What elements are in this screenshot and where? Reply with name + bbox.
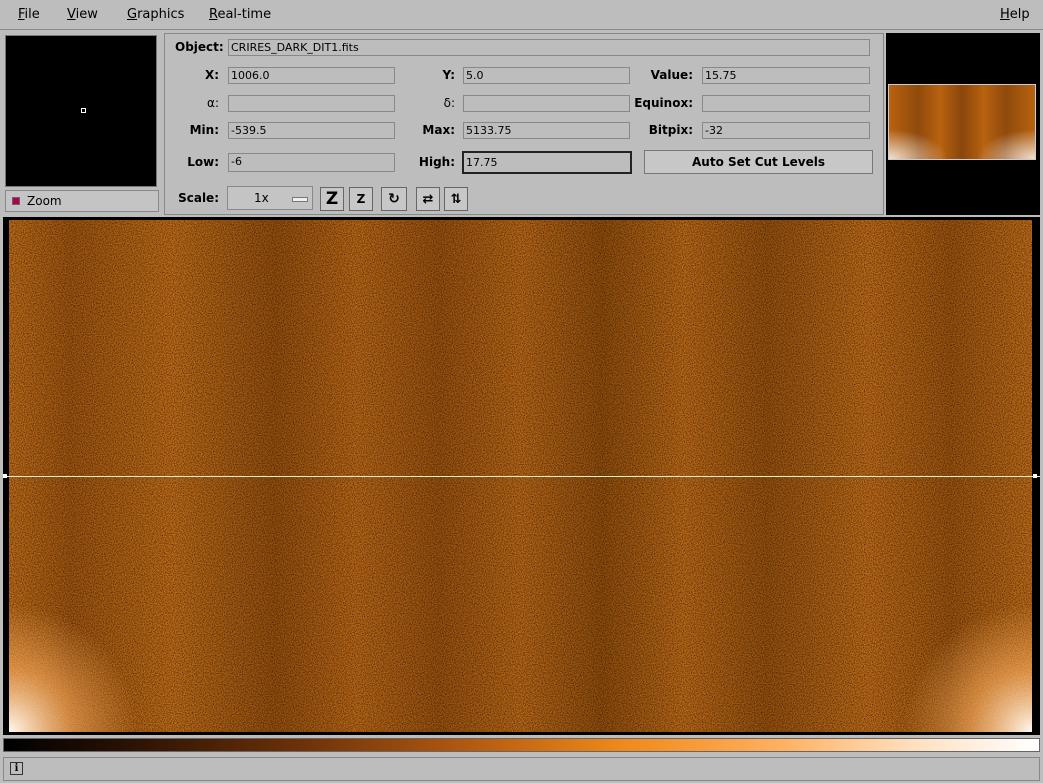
high-field[interactable]: 17.75 bbox=[462, 151, 632, 174]
menu-help[interactable]: Help bbox=[1000, 7, 1030, 22]
zoom-label: Zoom bbox=[27, 194, 62, 208]
value-field[interactable]: 15.75 bbox=[702, 67, 870, 84]
menu-bar: File View Graphics Real-time Help bbox=[0, 0, 1043, 30]
pan-panel[interactable] bbox=[886, 33, 1040, 215]
zoom-view bbox=[5, 35, 157, 187]
chevron-down-icon bbox=[292, 197, 308, 202]
min-label: Min: bbox=[189, 123, 219, 137]
high-label: High: bbox=[418, 155, 455, 169]
y-label: Y: bbox=[442, 68, 455, 82]
zoom-out-icon[interactable]: Z bbox=[349, 187, 373, 211]
scale-select[interactable]: 1x bbox=[227, 186, 313, 210]
menu-graphics[interactable]: Graphics bbox=[127, 7, 184, 22]
equinox-label: Equinox: bbox=[634, 96, 693, 110]
cut-line bbox=[3, 476, 1040, 477]
cut-line-end-handle[interactable] bbox=[1033, 474, 1037, 478]
scale-value: 1x bbox=[254, 191, 269, 205]
delta-label: δ: bbox=[443, 96, 455, 110]
bitpix-label: Bitpix: bbox=[648, 123, 693, 137]
zoom-checkbox-icon[interactable] bbox=[12, 197, 20, 205]
rotate-icon[interactable]: ↻ bbox=[381, 187, 407, 211]
pan-thumbnail-image bbox=[889, 85, 1035, 159]
status-bar: i bbox=[3, 757, 1040, 781]
object-field[interactable]: CRIRES_DARK_DIT1.fits bbox=[228, 39, 870, 56]
menu-realtime[interactable]: Real-time bbox=[209, 7, 271, 22]
zoom-panel: Zoom bbox=[3, 33, 159, 215]
colorbar[interactable] bbox=[3, 738, 1040, 752]
info-icon: i bbox=[10, 762, 23, 775]
y-field[interactable]: 5.0 bbox=[463, 67, 630, 84]
flip-x-icon[interactable]: ⇄ bbox=[416, 187, 440, 211]
min-field[interactable]: -539.5 bbox=[228, 122, 395, 139]
auto-set-cut-levels-button[interactable]: Auto Set Cut Levels bbox=[644, 150, 873, 174]
delta-field[interactable] bbox=[463, 95, 630, 112]
value-label: Value: bbox=[650, 68, 693, 82]
info-panel: Object: CRIRES_DARK_DIT1.fits X: 1006.0 … bbox=[164, 33, 884, 215]
x-field[interactable]: 1006.0 bbox=[228, 67, 395, 84]
zoom-toggle[interactable]: Zoom bbox=[5, 190, 159, 212]
zoom-cursor-marker bbox=[81, 108, 86, 113]
low-label: Low: bbox=[187, 155, 219, 169]
image-display[interactable] bbox=[3, 217, 1040, 735]
max-label: Max: bbox=[422, 123, 455, 137]
object-label: Object: bbox=[175, 40, 224, 54]
bitpix-field[interactable]: -32 bbox=[702, 122, 870, 139]
flip-y-icon[interactable]: ⇅ bbox=[444, 187, 468, 211]
scale-label: Scale: bbox=[178, 191, 219, 205]
equinox-field[interactable] bbox=[702, 95, 870, 112]
zoom-in-icon[interactable]: Z bbox=[320, 187, 344, 211]
x-label: X: bbox=[204, 68, 219, 82]
low-field[interactable]: -6 bbox=[228, 153, 395, 172]
menu-view[interactable]: View bbox=[67, 7, 98, 22]
alpha-field[interactable] bbox=[228, 95, 395, 112]
pan-thumbnail[interactable] bbox=[888, 84, 1036, 160]
cut-line-start-handle[interactable] bbox=[3, 474, 7, 478]
alpha-label: α: bbox=[207, 96, 219, 110]
max-field[interactable]: 5133.75 bbox=[463, 122, 630, 139]
menu-file[interactable]: File bbox=[18, 7, 40, 22]
